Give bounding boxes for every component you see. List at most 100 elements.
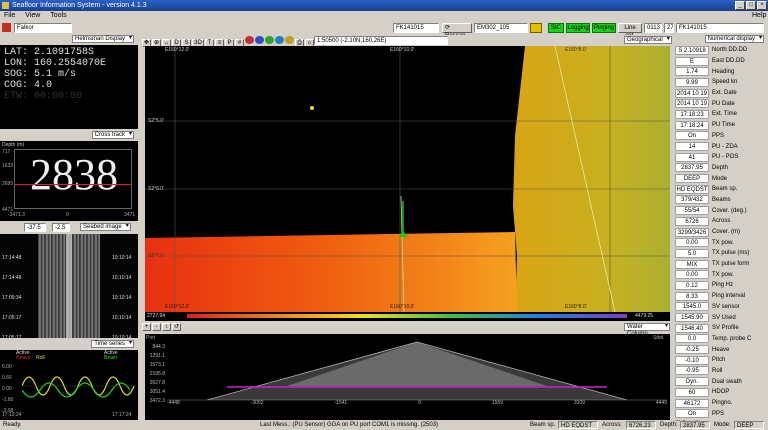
wc-fan-inner <box>287 342 547 386</box>
waypoint-marker <box>310 106 314 110</box>
numerical-value: 8.33 <box>675 291 709 301</box>
maximize-button[interactable]: □ <box>746 1 756 10</box>
lon-readout: LON: 160.2554070E <box>4 58 107 69</box>
east-swath <box>513 46 670 312</box>
numerical-dropdown[interactable]: Numerical display <box>704 35 764 43</box>
numerical-value: 1.74 <box>675 67 709 77</box>
map-scale-field[interactable]: 1:50500 (-2.10N,160.26E) <box>314 36 448 45</box>
numerical-row: HD EQDST Beam sp. <box>672 184 768 195</box>
seabed-range-a[interactable]: -37.5 <box>24 223 46 232</box>
wc-reset-icon[interactable]: ↺ <box>172 323 181 331</box>
status-across-value: 6726.23 <box>626 421 656 429</box>
line-cnt-field[interactable]: 0113 <box>644 23 662 33</box>
wc-port-label: Port <box>146 335 156 341</box>
time-series-chart <box>22 376 136 398</box>
menu-bar: File View Tools Help <box>0 11 768 21</box>
rescan-button[interactable]: ⟳ Rescan <box>442 23 472 39</box>
seafloor-line <box>15 184 131 185</box>
status-beam-label: Beam sp.: <box>528 421 556 429</box>
eta-readout: ETW: 00:00:00 <box>4 91 83 102</box>
numerical-label: SV Profile <box>712 325 739 332</box>
status-mode-label: Mode: <box>712 421 732 429</box>
numerical-value: 0.12 <box>675 280 709 290</box>
numerical-row: -0.95 Roll <box>672 366 768 377</box>
numerical-label: Across <box>712 218 731 225</box>
numerical-header: Numerical display <box>672 35 768 44</box>
helmsman-header: Helmsman Display <box>0 35 138 44</box>
numerical-row: 0.12 Ping Hz <box>672 280 768 291</box>
pinging-indicator[interactable]: Pinging <box>592 23 616 33</box>
time-series-dropdown[interactable]: Time series <box>91 340 134 348</box>
line-cnt-button[interactable]: Line cnt. <box>618 23 642 39</box>
map-mode-dropdown[interactable]: Geographical <box>624 36 672 44</box>
numerical-value: 17:18:24 <box>675 120 709 130</box>
globe-cyan-icon[interactable] <box>275 36 284 44</box>
wc-zoom-out-icon[interactable]: - <box>152 323 161 331</box>
cross-track-view: Depth (m) 717 1633 2695 4471 2838 -3471.… <box>0 141 138 221</box>
numerical-value: 2014 10 19 <box>675 99 709 109</box>
numerical-value: 0.00 <box>675 238 709 248</box>
line-num-field[interactable]: 27 <box>664 23 674 33</box>
globe-red-icon[interactable] <box>245 36 254 44</box>
water-column-dropdown[interactable]: Water Column <box>624 323 670 337</box>
numerical-label: Beams <box>712 196 731 203</box>
wc-zoom-in-icon[interactable]: + <box>142 323 151 331</box>
numerical-row: 8.33 Ping interval <box>672 291 768 302</box>
line-name-field[interactable]: FK141015 <box>676 23 764 33</box>
numerical-label: PU - ZDA <box>712 143 738 150</box>
ts-time-left: 17:13:24 <box>2 412 22 418</box>
numerical-label: Ping interval <box>712 293 746 300</box>
vessel-select[interactable]: Falkor <box>14 23 72 33</box>
numerical-label: PU Time <box>712 122 736 129</box>
logging-indicator[interactable]: Logging <box>566 23 590 33</box>
numerical-row: 2014 10 19 PU Date <box>672 98 768 109</box>
numerical-label: PU Date <box>712 100 735 107</box>
numerical-row: Dyn. Dual swath <box>672 376 768 387</box>
seabed-range-b[interactable]: -2.5 <box>52 223 70 232</box>
bathymetry-map <box>145 46 670 312</box>
globe-blue-icon[interactable] <box>255 36 264 44</box>
status-depth-value: 2837.95 <box>680 421 710 429</box>
ts-time-right: 17:17:24 <box>112 412 132 418</box>
status-mode-value: DEEP <box>734 421 764 429</box>
numerical-value: 9.99 <box>675 77 709 87</box>
ct-y-top: 717 <box>2 149 11 155</box>
numerical-row: 2837.95 Depth <box>672 163 768 174</box>
menu-help[interactable]: Help <box>752 11 766 21</box>
numerical-row: 9.99 Speed kn <box>672 77 768 88</box>
vessel-icon <box>2 23 11 32</box>
globe-green-icon[interactable] <box>265 36 274 44</box>
numerical-row: 1546.40 SV Profile <box>672 323 768 334</box>
seabed-dropdown[interactable]: Seabed image <box>80 223 131 231</box>
numerical-value: HD EQDST <box>675 184 709 194</box>
survey-select[interactable]: FK141015 <box>393 23 439 33</box>
wc-pan-icon[interactable]: ↕ <box>162 323 171 331</box>
water-column-plot <box>167 341 667 401</box>
bottom-lon-3: E160°8.0' <box>565 304 587 310</box>
numerical-row: 46172 Pingno. <box>672 398 768 409</box>
numerical-label: Pingno. <box>712 400 733 407</box>
cross-track-dropdown[interactable]: Cross track <box>91 131 134 139</box>
helmsman-dropdown[interactable]: Helmsman Display <box>71 35 134 43</box>
time-series-view: Active Heave Roll Active Beam 6.00 0.66 0.… <box>0 350 138 420</box>
numerical-display: S 2.10918North DD.DDE 160.25541East DD.D… <box>672 45 768 427</box>
numerical-row: 0.00 TX pow. <box>672 269 768 280</box>
colorbar-min: 2727.94 <box>147 313 166 319</box>
colorbar-gradient <box>187 314 627 318</box>
numerical-value: E 160.25541 <box>675 56 709 74</box>
map-toolbar: ✥⊕↔DS3DT≡P#⎙⌂↻ 1:50500 (-2.10N,160.26E) … <box>140 35 672 47</box>
geographical-map[interactable]: E160°12.0' E160°10.0' E160°8.0' S2°5.0' … <box>145 46 670 312</box>
cross-track-header: Cross track <box>0 131 138 140</box>
minimize-button[interactable]: _ <box>735 1 745 10</box>
sonar-select[interactable]: EM302_105 <box>474 23 528 33</box>
status-last-message: Last Mess.: (PU Sensor) GGA on PU port C… <box>258 421 526 429</box>
lat-label-3: S2°7.0' <box>148 253 165 259</box>
sog-readout: SOG: 5.1 m/s <box>4 69 77 80</box>
menu-file[interactable]: File <box>4 12 15 19</box>
menu-view[interactable]: View <box>25 12 40 19</box>
menu-tools[interactable]: Tools <box>50 12 66 19</box>
globe-yellow-icon[interactable] <box>285 36 294 44</box>
depth-label: Depth (m) <box>2 142 25 148</box>
lon-label-3: E160°8.0' <box>565 47 587 53</box>
close-button[interactable]: × <box>757 1 767 10</box>
